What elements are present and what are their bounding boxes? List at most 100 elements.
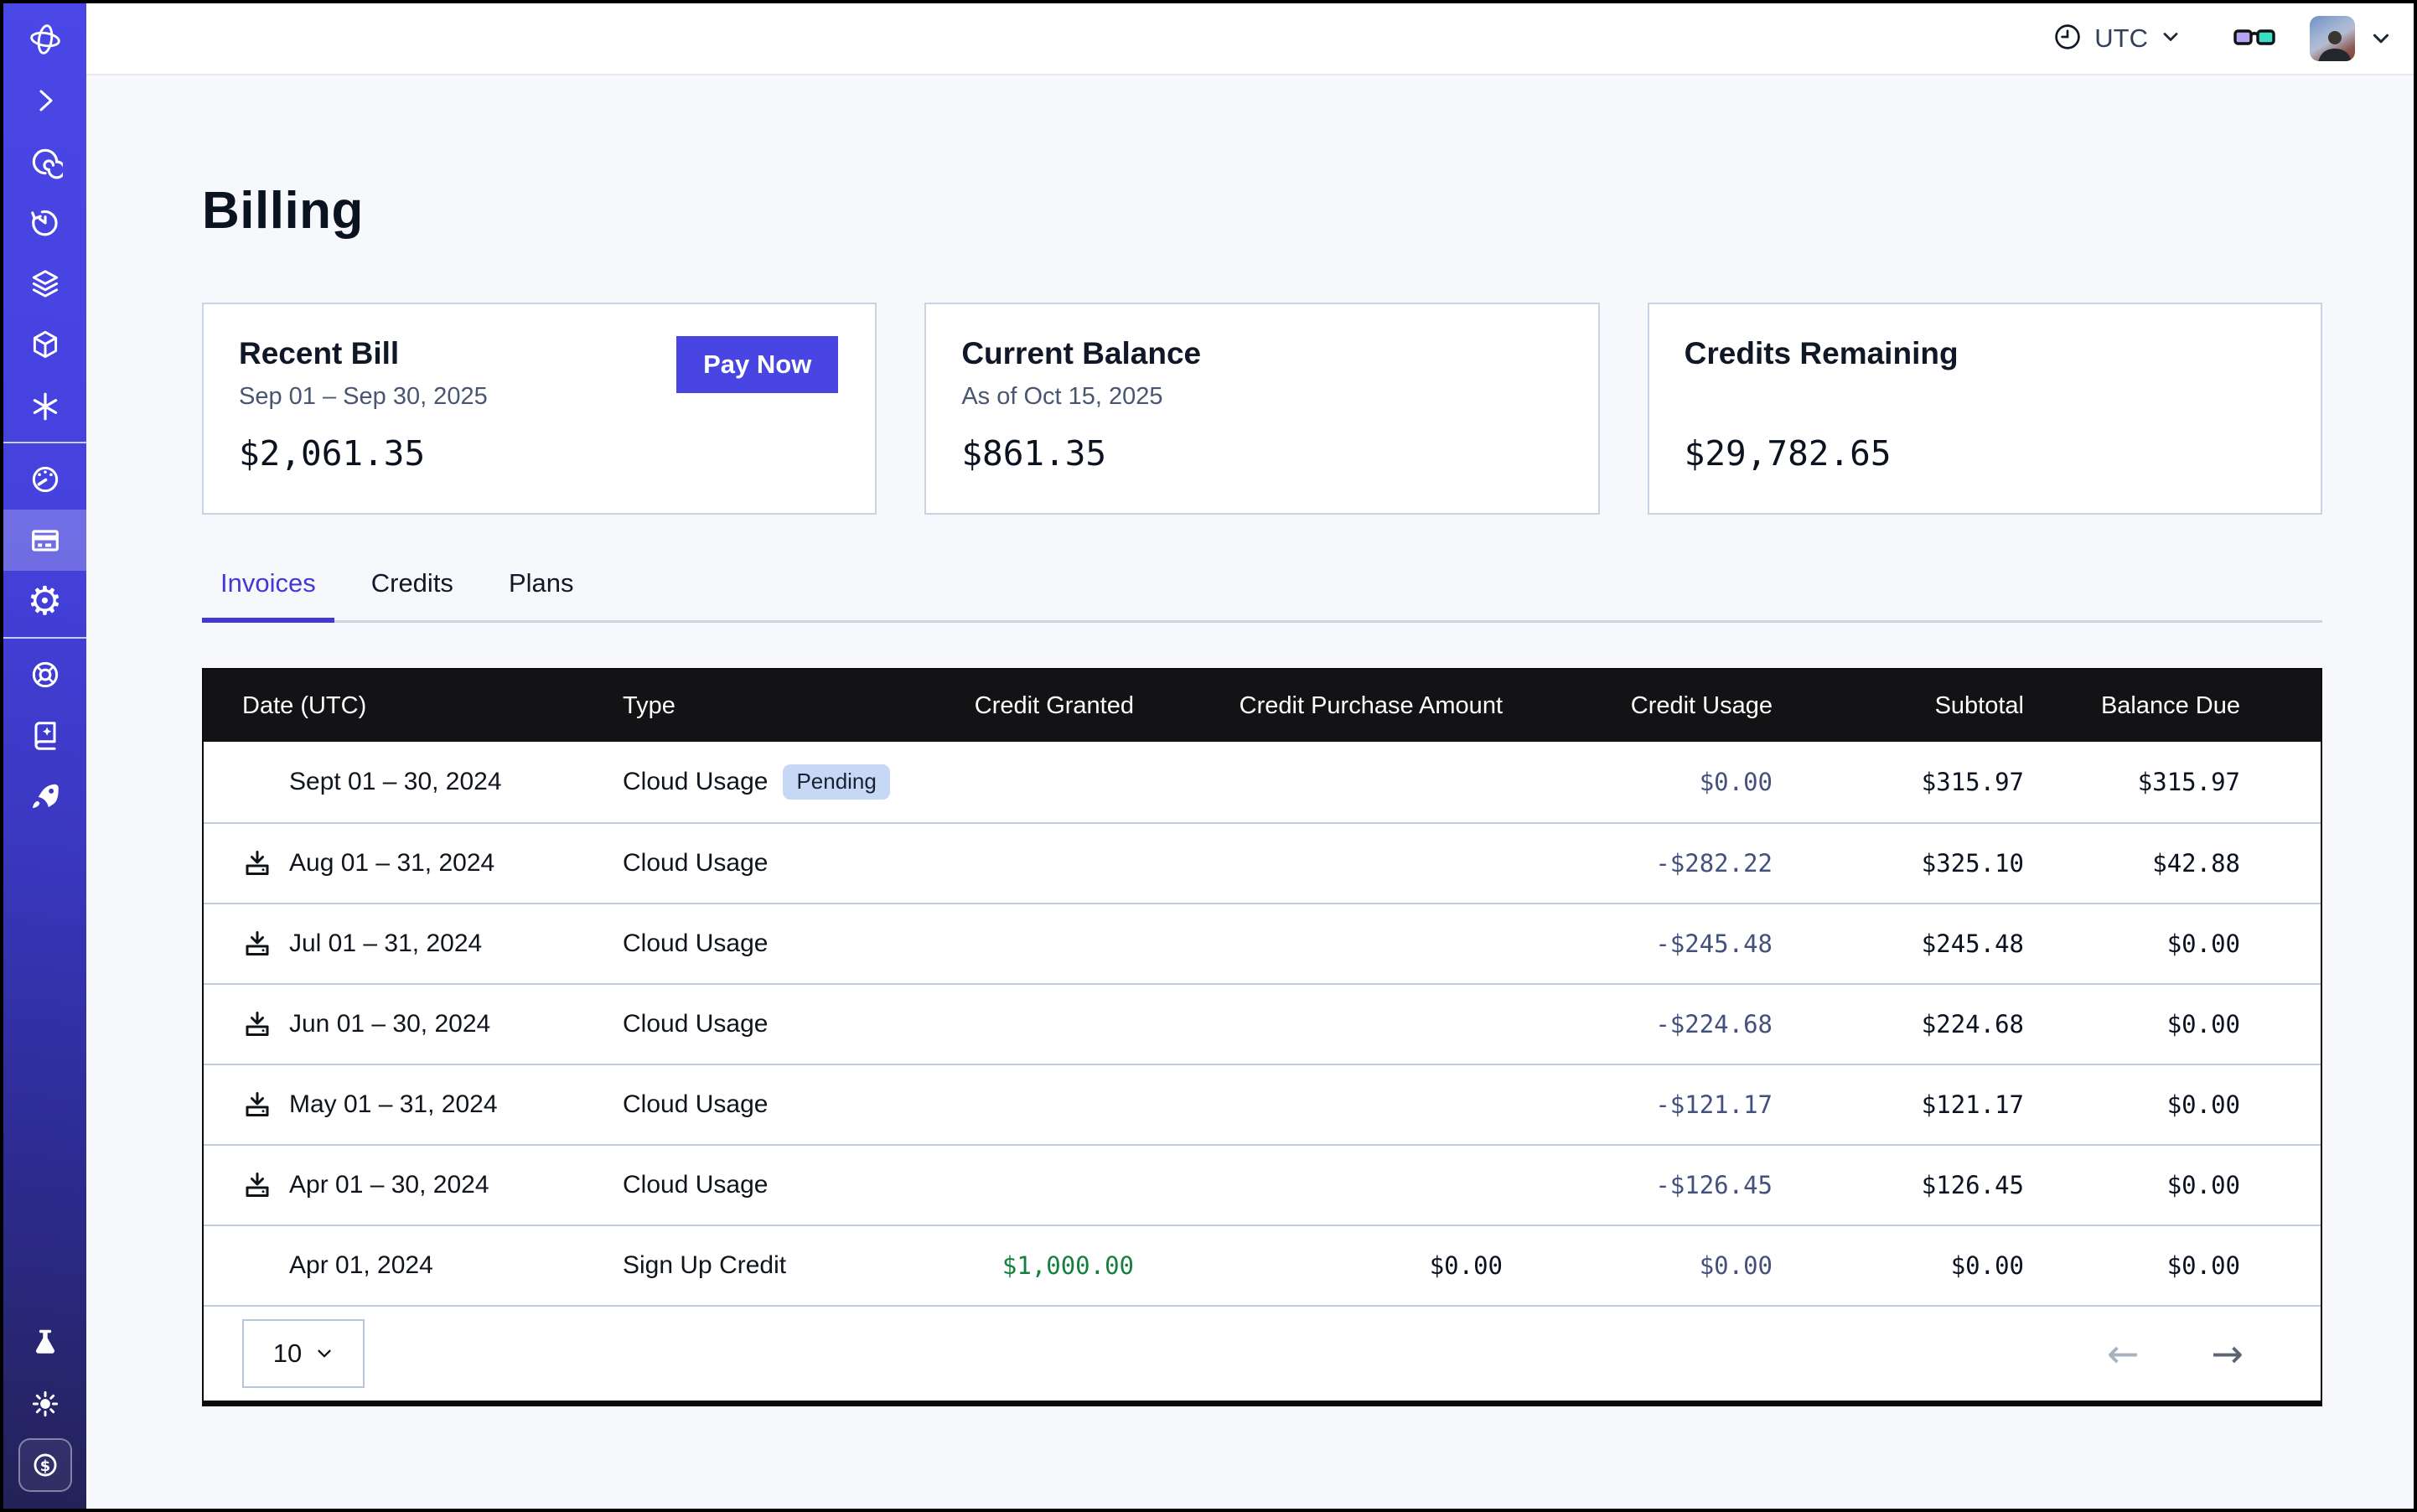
invoice-date-text: Apr 01 – 30, 2024 bbox=[289, 1171, 489, 1199]
tab-invoices[interactable]: Invoices bbox=[202, 568, 334, 620]
invoice-type-text: Cloud Usage bbox=[623, 849, 768, 878]
column-header-type: Type bbox=[623, 692, 908, 720]
temporal-logo-icon[interactable] bbox=[3, 8, 86, 70]
subtotal-value: $245.48 bbox=[1773, 929, 2024, 958]
svg-text:$: $ bbox=[39, 1457, 49, 1474]
credits-remaining-card: Credits Remaining $29,782.65 bbox=[1648, 303, 2322, 515]
settings-gear-icon[interactable]: ⚙ bbox=[3, 571, 86, 632]
invoice-date-text: Jul 01 – 31, 2024 bbox=[289, 929, 482, 958]
schedules-clock-icon[interactable] bbox=[3, 192, 86, 253]
balance-due-value: $42.88 bbox=[2024, 849, 2321, 878]
credit-usage-value: -$121.17 bbox=[1503, 1090, 1773, 1119]
feedback-glasses-icon[interactable] bbox=[2233, 24, 2276, 53]
page-size-select[interactable]: 10 bbox=[242, 1319, 365, 1388]
sidebar-divider bbox=[3, 442, 86, 443]
invoice-row: Jun 01 – 30, 2024 Cloud Usage -$224.68 $… bbox=[204, 983, 2321, 1064]
invoice-type-cell: Cloud Usage bbox=[623, 849, 908, 878]
download-invoice-icon[interactable] bbox=[241, 1090, 274, 1120]
download-invoice-icon[interactable] bbox=[241, 929, 274, 959]
support-lifering-icon[interactable] bbox=[3, 644, 86, 705]
billing-tabs: Invoices Credits Plans bbox=[202, 568, 2322, 623]
credit-usage-value: $0.00 bbox=[1503, 1251, 1773, 1280]
credit-purchase-value: $0.00 bbox=[1134, 1251, 1503, 1280]
invoice-type-text: Cloud Usage bbox=[623, 929, 768, 958]
next-page-arrow[interactable]: → bbox=[2206, 1333, 2249, 1374]
invoice-type-cell: Cloud Usage bbox=[623, 1010, 908, 1038]
account-menu-chevron-icon[interactable] bbox=[2370, 28, 2392, 49]
invoice-row: Aug 01 – 31, 2024 Cloud Usage -$282.22 $… bbox=[204, 822, 2321, 903]
download-invoice-icon[interactable] bbox=[241, 848, 274, 878]
credit-granted-value: $1,000.00 bbox=[908, 1251, 1134, 1280]
balance-due-value: $0.00 bbox=[2024, 1090, 2321, 1119]
invoice-type-text: Sign Up Credit bbox=[623, 1251, 786, 1280]
expand-sidebar-chevron-icon[interactable] bbox=[3, 70, 86, 131]
invoice-status-badge: Pending bbox=[783, 764, 889, 800]
table-body: Sept 01 – 30, 2024 Cloud Usage Pending $… bbox=[204, 742, 2321, 1305]
download-invoice-icon[interactable] bbox=[241, 1009, 274, 1039]
labs-flask-icon[interactable] bbox=[3, 1312, 86, 1373]
invoice-type-text: Cloud Usage bbox=[623, 768, 768, 796]
app-window: ⚙ bbox=[0, 0, 2417, 1512]
credits-remaining-amount: $29,782.65 bbox=[1685, 433, 2285, 474]
invoice-type-text: Cloud Usage bbox=[623, 1010, 768, 1038]
deployments-layers-icon[interactable] bbox=[3, 253, 86, 314]
column-header-credit-granted: Credit Granted bbox=[908, 692, 1134, 720]
namespaces-spiral-icon[interactable] bbox=[3, 131, 86, 192]
invoice-date-cell: May 01 – 31, 2024 bbox=[204, 1090, 623, 1120]
invoice-type-cell: Cloud Usage bbox=[623, 929, 908, 958]
theme-sun-icon[interactable] bbox=[3, 1373, 86, 1434]
pay-now-button[interactable]: Pay Now bbox=[676, 336, 838, 393]
credits-dollar-badge-icon[interactable]: $ bbox=[3, 1434, 86, 1495]
invoice-date-cell: Aug 01 – 31, 2024 bbox=[204, 848, 623, 878]
balance-due-value: $0.00 bbox=[2024, 1010, 2321, 1038]
invoice-type-cell: Sign Up Credit bbox=[623, 1251, 908, 1280]
nexus-cube-icon[interactable] bbox=[3, 314, 86, 375]
invoices-table: Date (UTC) Type Credit Granted Credit Pu… bbox=[202, 668, 2322, 1406]
page-size-value: 10 bbox=[273, 1339, 302, 1369]
balance-due-value: $315.97 bbox=[2024, 768, 2321, 796]
invoice-date-text: Apr 01, 2024 bbox=[289, 1251, 433, 1280]
sidebar-divider bbox=[3, 637, 86, 639]
subtotal-value: $224.68 bbox=[1773, 1010, 2024, 1038]
subtotal-value: $315.97 bbox=[1773, 768, 2024, 796]
pagination-arrows: ← → bbox=[2102, 1333, 2249, 1374]
topbar: UTC bbox=[86, 3, 2414, 75]
column-header-date: Date (UTC) bbox=[204, 692, 623, 720]
chevron-down-icon bbox=[2161, 27, 2181, 51]
subtotal-value: $121.17 bbox=[1773, 1090, 2024, 1119]
invoice-date-cell: Jun 01 – 30, 2024 bbox=[204, 1009, 623, 1039]
invoice-date-text: Jun 01 – 30, 2024 bbox=[289, 1010, 490, 1038]
balance-due-value: $0.00 bbox=[2024, 1251, 2321, 1280]
docs-book-icon[interactable] bbox=[3, 705, 86, 766]
invoice-type-cell: Cloud Usage Pending bbox=[623, 764, 908, 800]
invoice-type-cell: Cloud Usage bbox=[623, 1171, 908, 1199]
getting-started-rocket-icon[interactable] bbox=[3, 766, 86, 827]
column-header-subtotal: Subtotal bbox=[1773, 692, 2024, 720]
subtotal-value: $0.00 bbox=[1773, 1251, 2024, 1280]
invoice-row: May 01 – 31, 2024 Cloud Usage -$121.17 $… bbox=[204, 1064, 2321, 1144]
summary-cards: Recent Bill Sep 01 – Sep 30, 2025 $2,061… bbox=[202, 303, 2322, 515]
subtotal-value: $325.10 bbox=[1773, 849, 2024, 878]
usage-gauge-icon[interactable] bbox=[3, 448, 86, 510]
column-header-credit-purchase: Credit Purchase Amount bbox=[1134, 692, 1503, 720]
tab-plans[interactable]: Plans bbox=[490, 568, 593, 620]
credit-usage-value: $0.00 bbox=[1503, 768, 1773, 796]
column-header-credit-usage: Credit Usage bbox=[1503, 692, 1773, 720]
asterisk-icon[interactable] bbox=[3, 375, 86, 437]
page-title: Billing bbox=[202, 181, 2414, 241]
user-avatar[interactable] bbox=[2310, 16, 2355, 61]
invoice-date-text: May 01 – 31, 2024 bbox=[289, 1090, 498, 1119]
credit-usage-value: -$126.45 bbox=[1503, 1171, 1773, 1199]
recent-bill-card: Recent Bill Sep 01 – Sep 30, 2025 $2,061… bbox=[202, 303, 877, 515]
current-balance-card: Current Balance As of Oct 15, 2025 $861.… bbox=[924, 303, 1599, 515]
credit-usage-value: -$245.48 bbox=[1503, 929, 1773, 958]
tab-credits[interactable]: Credits bbox=[353, 568, 472, 620]
timezone-dropdown[interactable]: UTC bbox=[2053, 23, 2181, 55]
card-subtitle: As of Oct 15, 2025 bbox=[961, 383, 1562, 413]
balance-due-value: $0.00 bbox=[2024, 1171, 2321, 1199]
invoice-row: Apr 01, 2024 Sign Up Credit $1,000.00 $0… bbox=[204, 1225, 2321, 1305]
invoice-date-cell: Apr 01 – 30, 2024 bbox=[204, 1170, 623, 1200]
download-invoice-icon[interactable] bbox=[241, 1170, 274, 1200]
billing-card-icon[interactable] bbox=[3, 510, 86, 571]
previous-page-arrow[interactable]: ← bbox=[2102, 1333, 2145, 1374]
